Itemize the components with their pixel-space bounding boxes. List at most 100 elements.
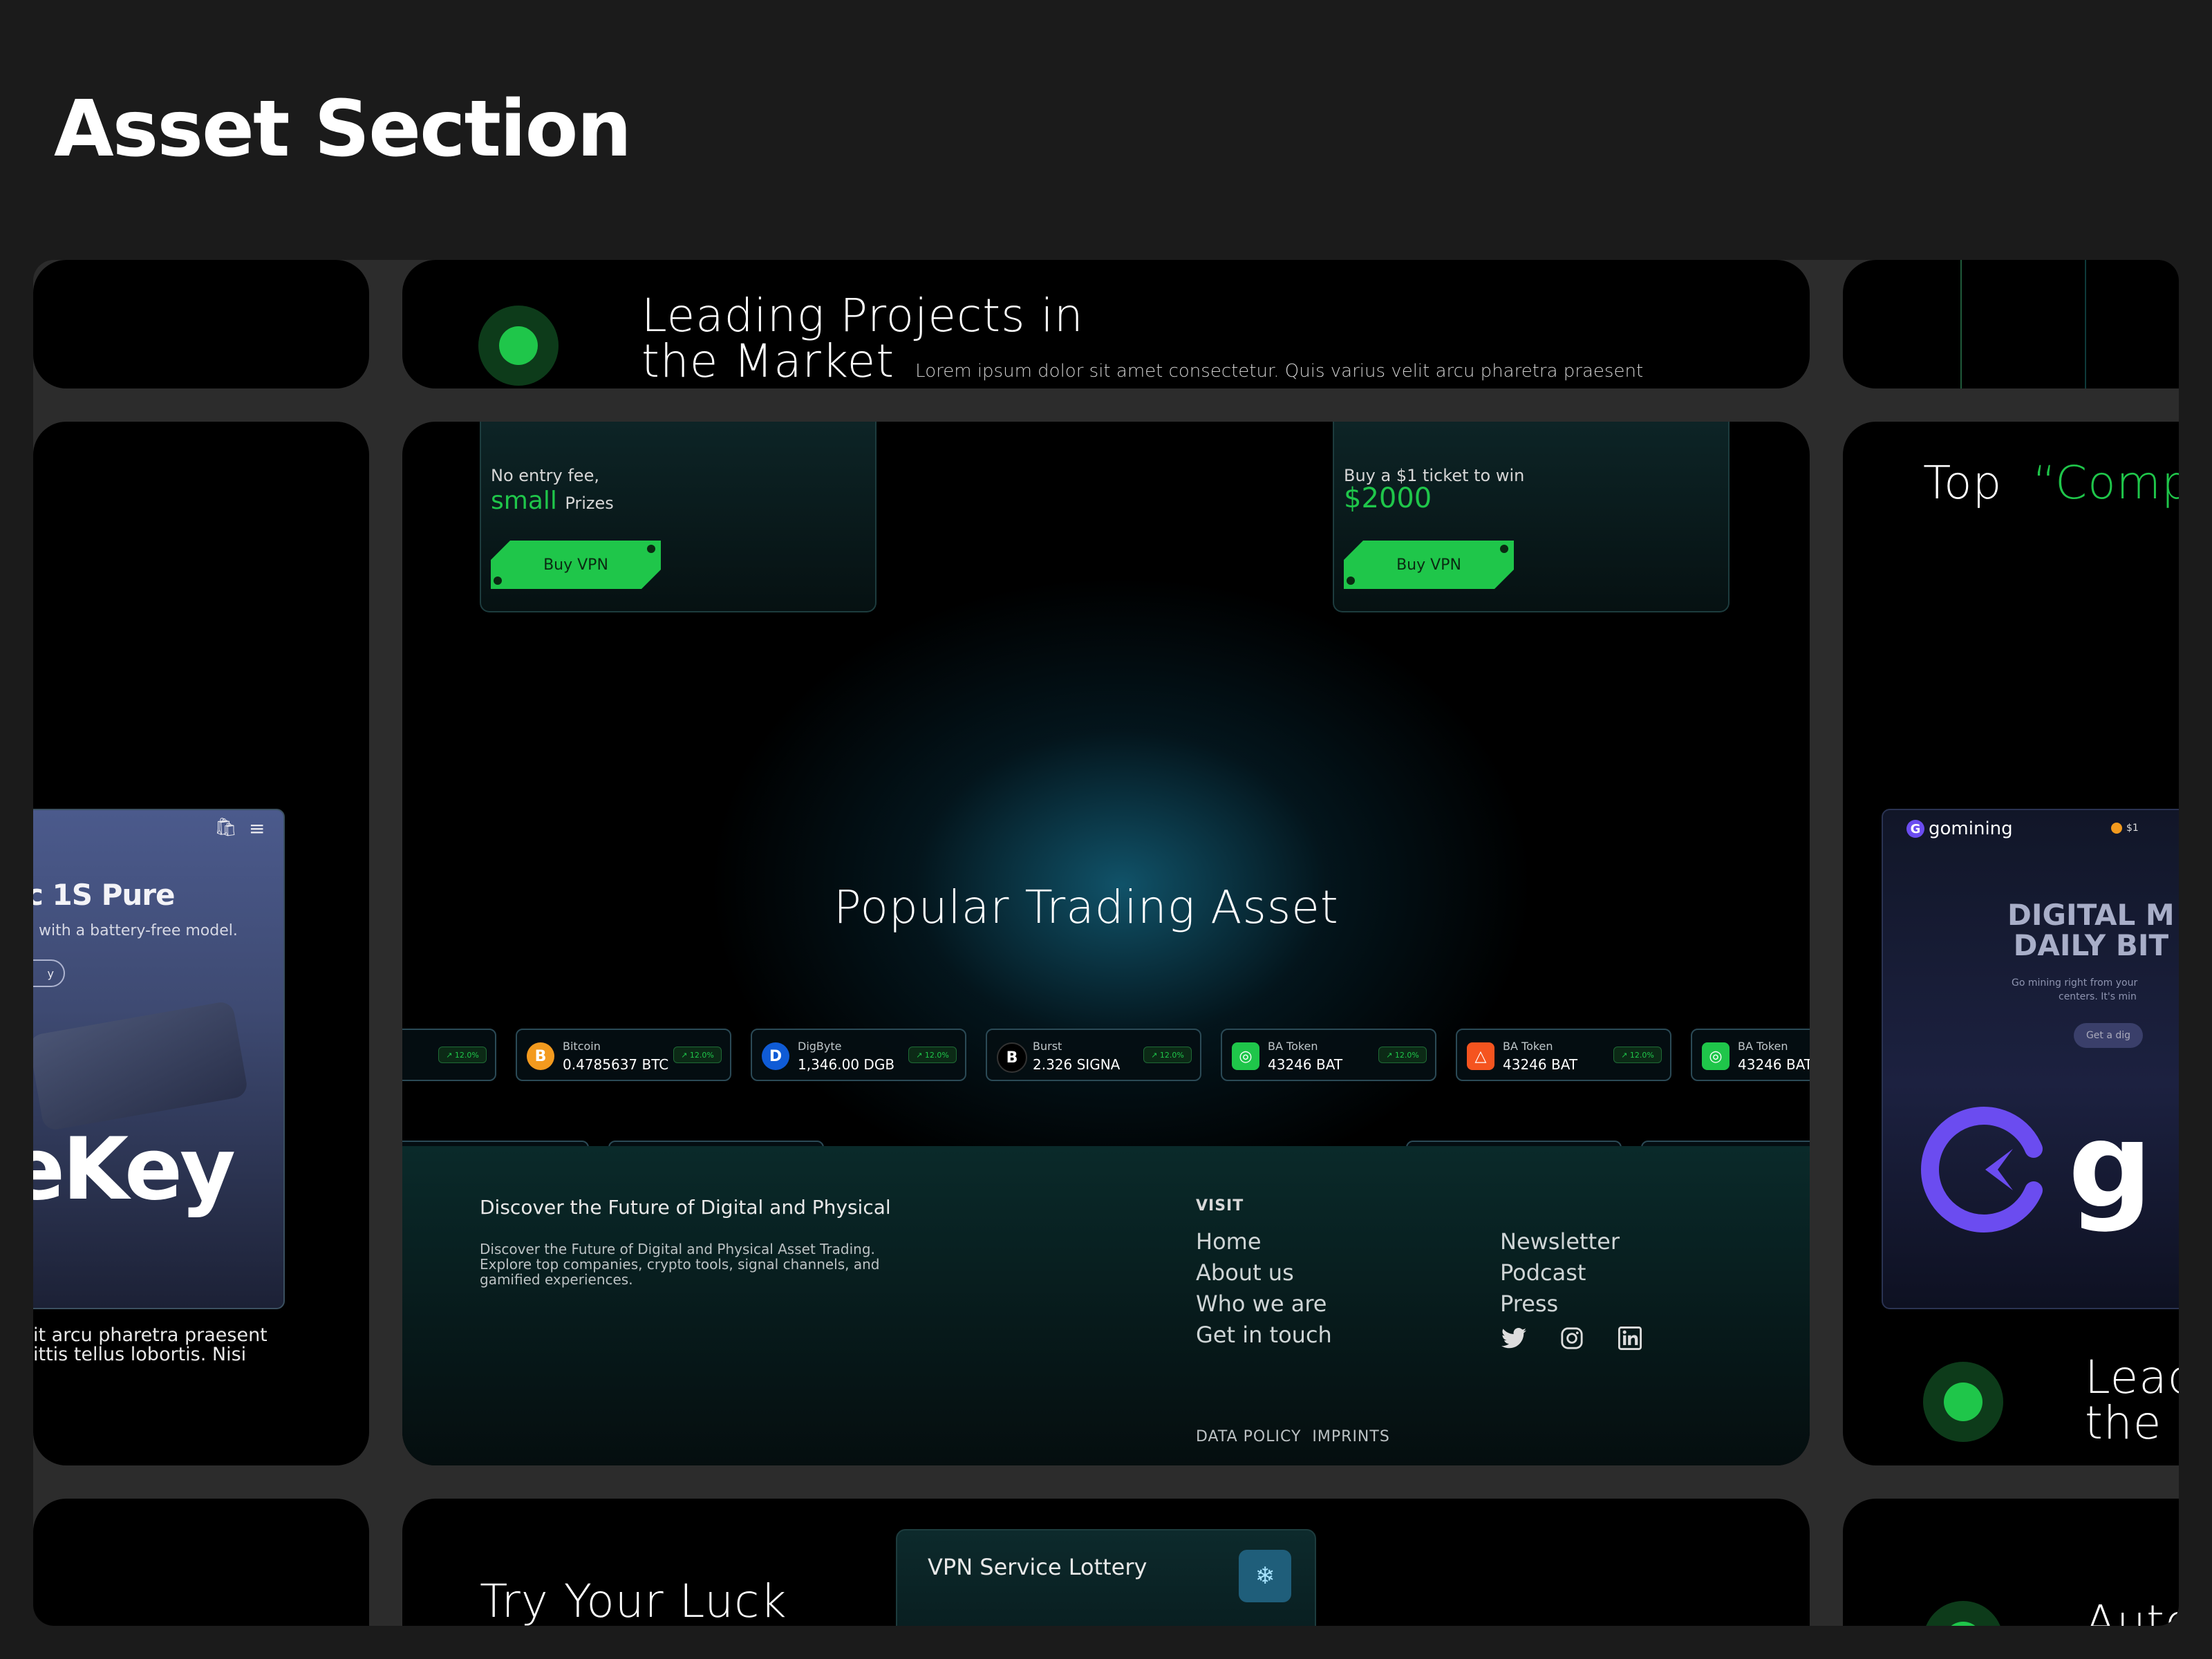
- left-tile-text: it arcu pharetra praesent ittis tellus l…: [33, 1324, 268, 1365]
- tile-top-left: [33, 260, 369, 388]
- asset-change-badge: ↗ 12.0%: [1613, 1047, 1662, 1063]
- gomining-wordmark: g: [2068, 1098, 2153, 1235]
- footer-legal: DATA POLICY IMPRINTS: [1196, 1428, 1390, 1445]
- asset-ticker-card[interactable]: B Burst 2.326 SIGNA ↗ 12.0%: [986, 1029, 1201, 1081]
- twitter-icon[interactable]: [1500, 1324, 1528, 1352]
- footer: Discover the Future of Digital and Physi…: [402, 1146, 1810, 1465]
- tile-product-showcase: 🛍 ≡ c 1S Pure with a battery-free model.…: [33, 422, 369, 1465]
- product-cta-button[interactable]: y: [33, 959, 65, 987]
- leading-projects-title-partial: Lead the: [2085, 1351, 2179, 1450]
- vpn-lottery-title: VPN Service Lottery: [928, 1554, 1147, 1580]
- asset-ticker-card[interactable]: ◎↗ 12.0%: [402, 1029, 496, 1081]
- lottery-icon: ❄: [1239, 1550, 1291, 1602]
- tile-top-companies: Top “Comp G gomining $1 DIGITAL M DAILY …: [1843, 422, 2179, 1465]
- green-dot-icon: [478, 306, 559, 386]
- asset-name: Bitcoin: [563, 1040, 601, 1053]
- leading-projects-desc: Lorem ipsum dolor sit amet consectetur. …: [915, 361, 1644, 382]
- asset-value: 43246 BAT: [1738, 1056, 1810, 1073]
- nav-link-get-in-touch[interactable]: Get in touch: [1196, 1320, 1332, 1351]
- visit-label: VISIT: [1196, 1197, 1244, 1215]
- asset-name: BA Token: [1268, 1040, 1318, 1053]
- asset-change-badge: ↗ 12.0%: [673, 1047, 722, 1063]
- ba-token-icon: ◎: [1232, 1042, 1259, 1070]
- asset-value: 2.326 SIGNA: [1033, 1056, 1121, 1073]
- coin-badge: $1: [2111, 823, 2139, 834]
- asset-ticker-card[interactable]: B Bitcoin 0.4785637 BTC ↗ 12.0%: [516, 1029, 731, 1081]
- nav-link-who-we-are[interactable]: Who we are: [1196, 1288, 1332, 1320]
- social-links: [1500, 1324, 1644, 1352]
- trend-up-icon: ↗: [681, 1050, 688, 1060]
- leading-projects-title: Leading Projects in the Market Lorem ips…: [641, 293, 1643, 388]
- bag-icon[interactable]: 🛍: [214, 817, 237, 838]
- nav-link-press[interactable]: Press: [1500, 1288, 1620, 1320]
- gomining-hero-sub: Go mining right from your centers. It's …: [2012, 977, 2138, 1002]
- gomining-logo-icon: G: [1906, 820, 1924, 838]
- bat-icon: △: [1467, 1042, 1494, 1070]
- auto-title: Auto: [2085, 1595, 2179, 1626]
- coin-icon: [2111, 823, 2122, 834]
- top-companies-title: Top “Comp: [1923, 456, 2179, 509]
- asset-name: Burst: [1033, 1040, 1062, 1053]
- gomining-hero-title: DIGITAL M DAILY BIT: [2007, 898, 2175, 962]
- trend-up-icon: ↗: [1151, 1050, 1158, 1060]
- product-card: 🛍 ≡ c 1S Pure with a battery-free model.…: [33, 809, 285, 1309]
- gomining-cta-button[interactable]: Get a dig: [2074, 1023, 2143, 1048]
- nav-link-podcast[interactable]: Podcast: [1500, 1257, 1620, 1288]
- popular-trading-heading: Popular Trading Asset: [834, 881, 1339, 934]
- green-dot-icon: [1923, 1601, 2003, 1626]
- nav-link-about[interactable]: About us: [1196, 1257, 1332, 1288]
- tile-bottom-left: [33, 1499, 369, 1626]
- nav-link-newsletter[interactable]: Newsletter: [1500, 1226, 1620, 1257]
- asset-ticker-card[interactable]: D DigByte 1,346.00 DGB ↗ 12.0%: [751, 1029, 966, 1081]
- asset-change-badge: ↗ 12.0%: [1143, 1047, 1192, 1063]
- asset-change-badge: ↗ 12.0%: [1378, 1047, 1427, 1063]
- gomining-g-logo-icon: [1921, 1107, 2043, 1232]
- asset-value: 43246 BAT: [1503, 1056, 1578, 1073]
- burst-icon: B: [997, 1042, 1027, 1073]
- promo-card-small-prizes: No entry fee, small Prizes Buy VPN: [480, 422, 877, 612]
- try-your-luck-title: Try Your Luck: [480, 1575, 787, 1626]
- asset-value: 43246 BAT: [1268, 1056, 1343, 1073]
- nav-link-home[interactable]: Home: [1196, 1226, 1332, 1257]
- tile-top-right: [1843, 260, 2179, 388]
- green-dot-icon: [1923, 1362, 2003, 1442]
- asset-name: DigByte: [798, 1040, 842, 1053]
- asset-canvas: Leading Projects in the Market Lorem ips…: [33, 260, 2179, 1626]
- trend-up-icon: ↗: [1621, 1050, 1628, 1060]
- asset-value: 1,346.00 DGB: [798, 1056, 895, 1073]
- asset-change-badge: ↗ 12.0%: [908, 1047, 957, 1063]
- asset-ticker-card[interactable]: ◎BA Token43246 BAT↗ 12.0%: [1691, 1029, 1810, 1081]
- trend-up-icon: ↗: [916, 1050, 923, 1060]
- bitcoin-icon: B: [527, 1042, 554, 1070]
- data-policy-link[interactable]: DATA POLICY: [1196, 1428, 1301, 1445]
- tile-popular-trading: No entry fee, small Prizes Buy VPN Buy a…: [402, 422, 1810, 1465]
- buy-vpn-button[interactable]: Buy VPN: [1344, 541, 1514, 589]
- instagram-icon[interactable]: [1558, 1324, 1586, 1352]
- asset-ticker-card[interactable]: ◎ BA Token 43246 BAT ↗ 12.0%: [1221, 1029, 1436, 1081]
- device-illustration: [33, 1000, 249, 1132]
- product-title: c 1S Pure: [33, 878, 175, 912]
- buy-vpn-button[interactable]: Buy VPN: [491, 541, 661, 589]
- gomining-logo: G gomining: [1906, 818, 2013, 839]
- product-subtitle: with a battery-free model.: [39, 922, 238, 939]
- footer-nav-secondary: Newsletter Podcast Press: [1500, 1226, 1620, 1320]
- asset-change-badge: ↗ 12.0%: [438, 1047, 487, 1063]
- asset-value: 0.4785637 BTC: [563, 1056, 669, 1073]
- linkedin-icon[interactable]: [1616, 1324, 1644, 1352]
- promo-card-2000: Buy a $1 ticket to win $2000 Buy VPN: [1333, 422, 1730, 612]
- asset-name: BA Token: [1503, 1040, 1553, 1053]
- footer-nav-primary: Home About us Who we are Get in touch: [1196, 1226, 1332, 1351]
- footer-title: Discover the Future of Digital and Physi…: [480, 1196, 891, 1219]
- page-title: Asset Section: [54, 84, 632, 174]
- vpn-lottery-card[interactable]: VPN Service Lottery ❄: [896, 1529, 1316, 1626]
- tile-try-your-luck: Try Your Luck VPN Service Lottery ❄: [402, 1499, 1810, 1626]
- trend-up-icon: ↗: [446, 1050, 453, 1060]
- asset-name: BA Token: [1738, 1040, 1788, 1053]
- imprints-link[interactable]: IMPRINTS: [1312, 1428, 1389, 1445]
- menu-icon[interactable]: ≡: [249, 817, 265, 840]
- asset-ticker-card[interactable]: △ BA Token 43246 BAT ↗ 12.0%: [1456, 1029, 1671, 1081]
- gomining-card: G gomining $1 DIGITAL M DAILY BIT Go min…: [1882, 809, 2179, 1309]
- tile-bottom-right: Auto: [1843, 1499, 2179, 1626]
- ba-token-icon: ◎: [1702, 1042, 1730, 1070]
- brand-wordmark: eKey: [33, 1120, 236, 1219]
